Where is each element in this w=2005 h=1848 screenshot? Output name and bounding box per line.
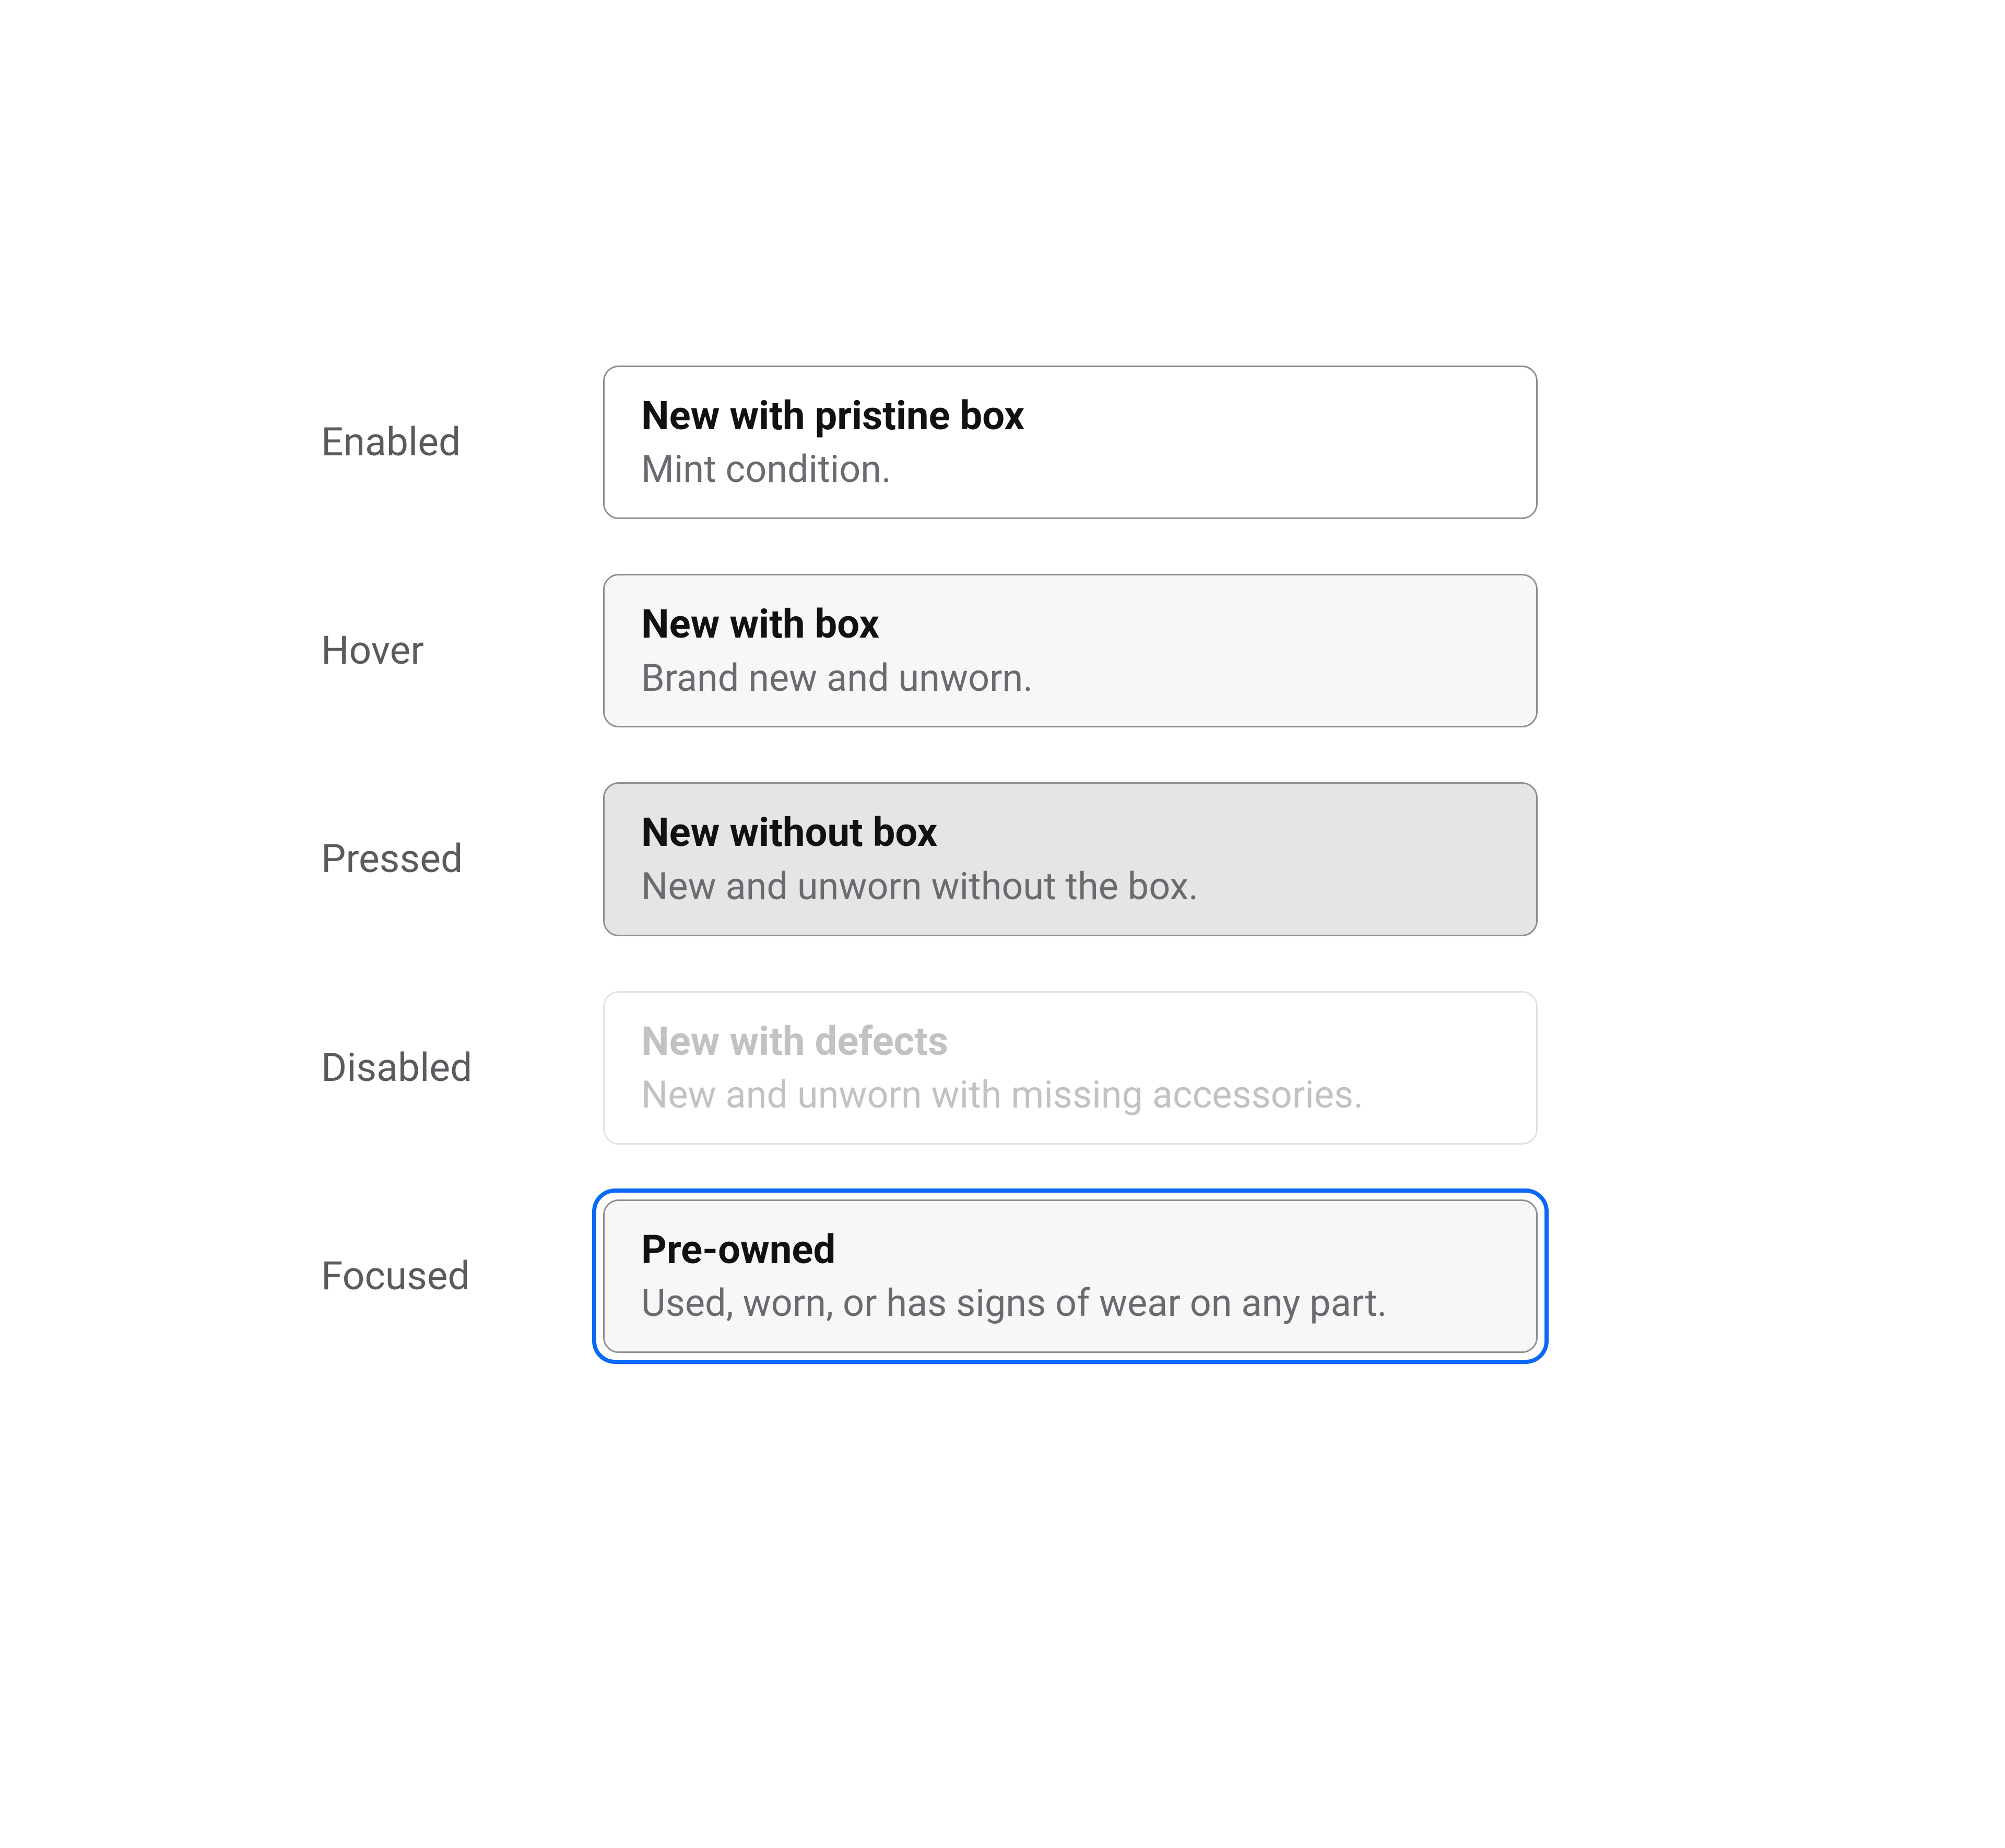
state-label-enabled: Enabled [321,419,603,465]
option-card-hover[interactable]: New with box Brand new and unworn. [603,574,1538,727]
state-row-hover: Hover New with box Brand new and unworn. [321,574,2005,727]
option-card-description: Mint condition. [641,448,1500,491]
option-card-enabled[interactable]: New with pristine box Mint condition. [603,366,1538,519]
option-card-focused[interactable]: Pre-owned Used, worn, or has signs of we… [603,1199,1538,1353]
state-row-focused: Focused Pre-owned Used, worn, or has sig… [321,1199,2005,1353]
option-card-title: New without box [641,810,1500,855]
state-label-disabled: Disabled [321,1045,603,1091]
option-card-description: New and unworn with missing accessories. [641,1074,1500,1117]
state-label-hover: Hover [321,628,603,674]
state-row-enabled: Enabled New with pristine box Mint condi… [321,366,2005,519]
option-card-description: New and unworn without the box. [641,865,1500,909]
state-row-disabled: Disabled New with defects New and unworn… [321,991,2005,1145]
option-card-title: New with box [641,602,1500,647]
state-label-pressed: Pressed [321,836,603,882]
option-card-pressed[interactable]: New without box New and unworn without t… [603,782,1538,936]
option-card-title: New with pristine box [641,393,1500,439]
option-card-description: Used, worn, or has signs of wear on any … [641,1282,1500,1325]
option-card-disabled: New with defects New and unworn with mis… [603,991,1538,1145]
option-card-title: New with defects [641,1019,1500,1064]
option-card-description: Brand new and unworn. [641,657,1500,700]
state-label-focused: Focused [321,1253,603,1299]
state-row-pressed: Pressed New without box New and unworn w… [321,782,2005,936]
option-card-title: Pre-owned [641,1227,1500,1273]
